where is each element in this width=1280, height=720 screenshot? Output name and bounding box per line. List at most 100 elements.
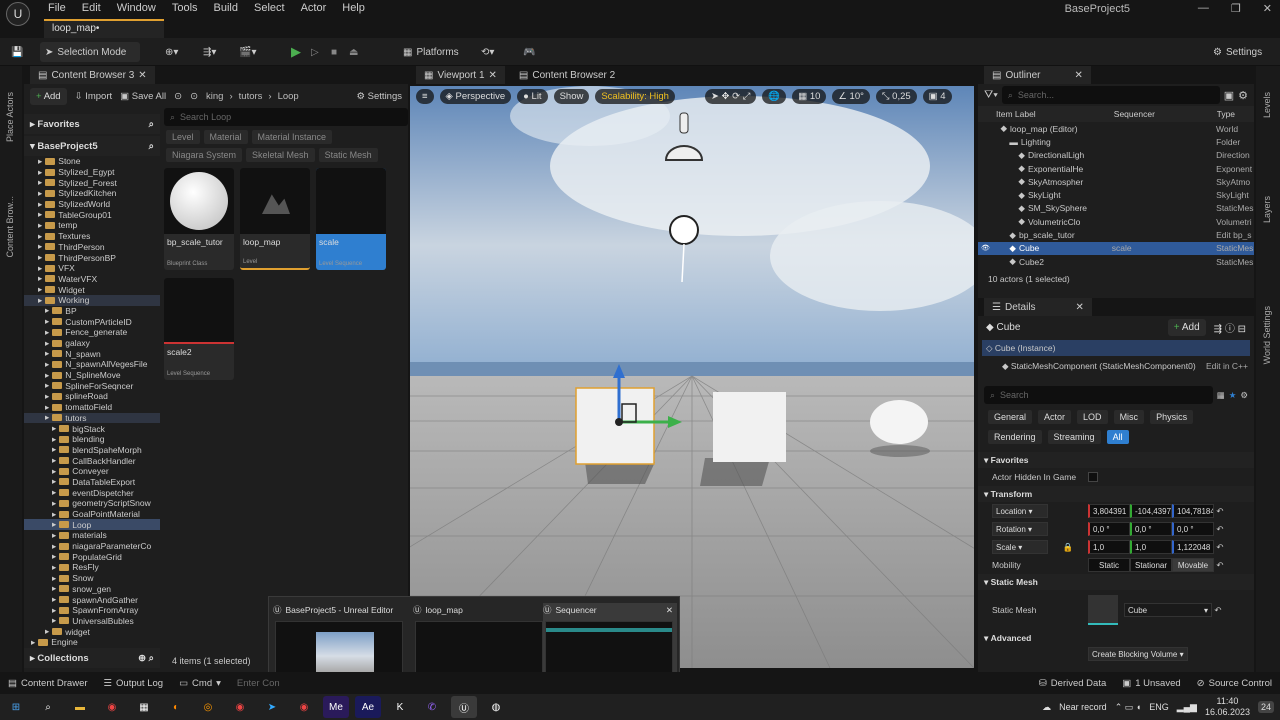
filter-chip[interactable]: Skeletal Mesh [246,148,315,162]
add-button[interactable]: + Add [30,87,67,105]
unreal-taskbar-icon[interactable]: Ⓤ [451,696,477,718]
clock[interactable]: 11:40 16.06.2023 [1205,696,1250,718]
map-tab[interactable]: loop_map• [44,19,164,38]
angle-snap[interactable]: ∠ 10° [832,88,870,104]
firefox-icon[interactable]: ◐ [163,696,189,718]
tree-folder-item[interactable]: ▸ N_spawn [24,348,160,359]
scale-x-field[interactable]: 1,0 [1088,540,1130,554]
search-icon[interactable]: ⌕ [35,696,61,718]
content-browser-tab[interactable]: ▤ Content Browser 3 ✕ [30,66,155,84]
viber-icon[interactable]: ✆ [419,696,445,718]
content-drawer-button[interactable]: ▤ Content Drawer [0,678,96,689]
windows-start-icon[interactable]: ⊞ [3,696,29,718]
add-folder-icon[interactable]: ▣ [1224,89,1234,102]
instance-row[interactable]: ◇ Cube (Instance) [982,340,1250,356]
project-section[interactable]: ▾ BaseProject5 ⌕ [24,136,160,156]
tree-folder-item[interactable]: ▸ N_spawnAllVegesFile [24,359,160,370]
scale-snap[interactable]: ⤡ 0,25 [875,88,917,104]
favorites-section[interactable]: ▸ Favorites ⌕ [24,114,160,134]
transform-tools[interactable]: ➤ ✥ ⟳ ⤢ [704,88,757,104]
create-blocking-volume-dropdown[interactable]: Create Blocking Volume ▾ [1088,647,1188,661]
filter-chip[interactable]: Material [203,130,248,144]
tree-folder-item[interactable]: ▸ blending [24,434,160,445]
search-icon[interactable]: ⌕ [149,141,154,152]
filter-icon[interactable]: ⛛▾ [984,89,998,102]
explorer-icon[interactable]: ▬ [67,696,93,718]
rotation-dropdown[interactable]: Rotation ▾ [992,522,1048,536]
kdenlive-icon[interactable]: K [387,696,413,718]
asset-tile[interactable]: scale Level Sequence [316,168,386,270]
menu-item-file[interactable]: File [40,2,74,14]
static-mesh-category[interactable]: ▾ Static Mesh [978,574,1254,590]
tree-folder-item[interactable]: ▸ Working [24,294,160,306]
tree-folder-item[interactable]: ▸ SplineForSeqncer [24,380,160,391]
lock-icon[interactable]: 🔒 [1048,542,1088,553]
scale-dropdown[interactable]: Scale ▾ [992,540,1048,554]
tree-folder-item[interactable]: ▸ blendSpaheMorph [24,445,160,456]
breadcrumb-item[interactable]: king [206,91,223,102]
filter-chip[interactable]: Niagara System [166,148,243,162]
outliner-row[interactable]: 👁 ◆ Cube scale StaticMes [978,241,1254,255]
tree-folder-item[interactable]: ▸ PopulateGrid [24,551,160,562]
tree-folder-item[interactable]: ▸ StylizedKitchen [24,188,160,199]
tree-folder-item[interactable]: ▸ bigStack [24,423,160,434]
mobility-option[interactable]: Stationar [1130,558,1172,572]
chrome-icon[interactable]: ◉ [227,696,253,718]
mesh-thumbnail[interactable] [1088,595,1118,625]
tree-folder-item[interactable]: ▸ splineRoad [24,391,160,402]
unreal-logo-icon[interactable]: U [6,2,30,26]
tree-folder-item[interactable]: ▸ Engine [24,637,160,648]
col-sequencer[interactable]: Sequencer [1114,109,1217,119]
outliner-row[interactable]: ◆ bp_scale_tutor Edit bp_s [978,228,1254,241]
calculator-icon[interactable]: ▦ [131,696,157,718]
outliner-search-input[interactable]: ⌕ Search... [1001,86,1220,104]
outliner-row[interactable]: ◆ SkyLight SkyLight [978,188,1254,201]
selection-mode-dropdown[interactable]: ➤ Selection Mode [40,42,140,62]
derived-data-button[interactable]: ⛁ Derived Data [1031,678,1114,689]
output-log-button[interactable]: ☰ Output Log [96,678,172,689]
asset-tile[interactable]: bp_scale_tutor Blueprint Class [164,168,234,270]
blender-icon[interactable]: ◎ [195,696,221,718]
cb-settings-button[interactable]: ⚙ Settings [357,91,403,102]
cinematics-icon[interactable]: 🎬▾ [234,42,261,62]
grid-icon[interactable]: ▦ [1217,390,1225,401]
close-icon[interactable]: ✕ [1263,2,1272,15]
add-actor-icon[interactable]: ⊕▾ [160,42,183,62]
notification-badge[interactable]: 24 [1257,701,1274,713]
menu-item-window[interactable]: Window [109,2,164,14]
world-settings-tab[interactable]: World Settings [1262,306,1272,364]
media-encoder-icon[interactable]: Me [323,696,349,718]
outliner-row[interactable]: ▬ Lighting Folder [978,135,1254,148]
chrome-icon[interactable]: ◉ [99,696,125,718]
reset-icon[interactable]: ↶ [1214,542,1223,553]
menu-item-build[interactable]: Build [206,2,246,14]
menu-item-edit[interactable]: Edit [74,2,109,14]
location-y-field[interactable]: -104,4397 [1130,504,1172,518]
tree-folder-item[interactable]: ▸ snow_gen [24,584,160,595]
place-actors-tab[interactable]: Place Actors [5,92,15,142]
tree-folder-item[interactable]: ▸ DataTableExport [24,477,160,488]
star-icon[interactable]: ★ [1229,390,1237,401]
cmd-dropdown[interactable]: ▭ Cmd ▾ [171,678,229,689]
reset-icon[interactable]: ↶ [1214,524,1223,535]
tree-folder-item[interactable]: ▸ N_SplineMove [24,370,160,381]
tree-folder-item[interactable]: ▸ temp [24,220,160,231]
tree-folder-item[interactable]: ▸ geometryScriptSnow [24,498,160,509]
network-icon[interactable]: ▂▄▆ [1177,702,1197,713]
mobility-option[interactable]: Movable [1172,558,1214,572]
outliner-row[interactable]: ◆ ExponentialHe Exponent [978,162,1254,175]
col-type[interactable]: Type [1217,109,1254,119]
menu-item-tools[interactable]: Tools [164,2,206,14]
layers-tab[interactable]: Layers [1262,196,1272,223]
filter-chip[interactable]: Level [166,130,200,144]
location-dropdown[interactable]: Location ▾ [992,504,1048,518]
maximize-icon[interactable]: ❐ [1231,2,1241,15]
hamburger-icon[interactable]: ≡ [416,88,434,104]
breadcrumb-item[interactable]: Loop [278,91,299,102]
scale-z-field[interactable]: 1,122048 [1172,540,1214,554]
tree-folder-item[interactable]: ▸ Fence_generate [24,327,160,338]
details-search-input[interactable]: ⌕ Search [984,386,1213,404]
import-button[interactable]: ⇩ Import [75,91,113,102]
tree-folder-item[interactable]: ▸ SpawnFromArray [24,605,160,616]
tree-folder-item[interactable]: ▸ TableGroup01 [24,209,160,220]
